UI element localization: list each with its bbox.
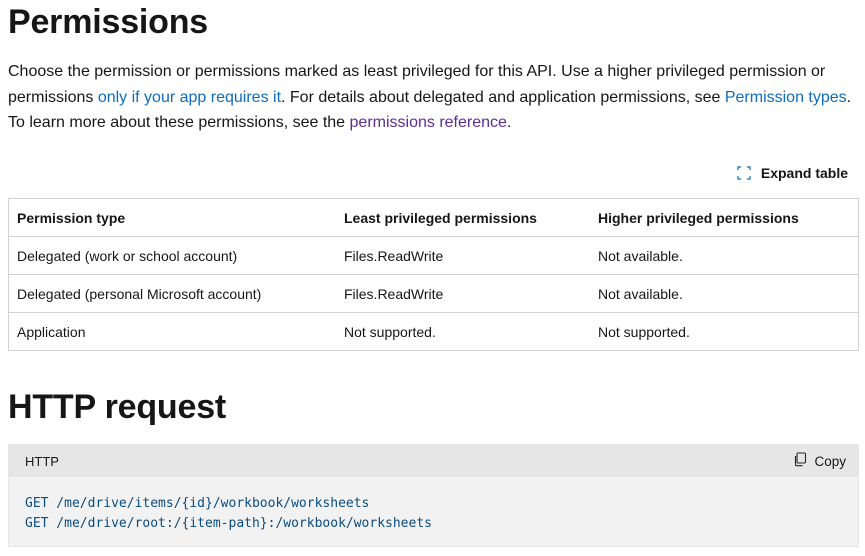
copy-button[interactable]: Copy bbox=[793, 452, 846, 470]
code-line: GET /me/drive/root:/{item-path}:/workboo… bbox=[25, 515, 432, 531]
app-requires-link[interactable]: only if your app requires it bbox=[98, 89, 281, 106]
table-cell: Not supported. bbox=[336, 312, 590, 351]
table-cell: Not available. bbox=[590, 274, 859, 313]
table-cell: Not available. bbox=[590, 236, 859, 275]
permissions-intro: Choose the permission or permissions mar… bbox=[8, 59, 853, 136]
table-cell: Not supported. bbox=[590, 312, 859, 351]
table-row: Application Not supported. Not supported… bbox=[8, 312, 859, 351]
expand-table-button[interactable]: Expand table bbox=[737, 165, 848, 181]
intro-text-2: . For details about delegated and applic… bbox=[281, 88, 725, 106]
copy-label: Copy bbox=[814, 453, 846, 469]
code-line: GET /me/drive/items/{id}/workbook/worksh… bbox=[25, 496, 370, 511]
column-header: Least privileged permissions bbox=[336, 198, 590, 237]
column-header: Higher privileged permissions bbox=[590, 198, 859, 237]
table-cell: Files.ReadWrite bbox=[336, 274, 590, 313]
code-language-label: HTTP bbox=[25, 453, 59, 469]
code-block-header: HTTP Copy bbox=[9, 445, 858, 477]
permission-types-link[interactable]: Permission types bbox=[725, 89, 847, 106]
expand-table-label: Expand table bbox=[760, 165, 848, 181]
permissions-table: Permission type Least privileged permiss… bbox=[8, 198, 859, 351]
docs-page: Permissions Choose the permission or per… bbox=[0, 0, 865, 556]
table-cell: Application bbox=[8, 312, 336, 351]
table-header-row: Permission type Least privileged permiss… bbox=[8, 198, 859, 237]
table-cell: Delegated (work or school account) bbox=[8, 236, 336, 275]
code-content[interactable]: GET /me/drive/items/{id}/workbook/worksh… bbox=[9, 477, 858, 533]
table-row: Delegated (personal Microsoft account) F… bbox=[8, 274, 859, 313]
code-block: HTTP Copy GET /me/drive/items/{id}/workb… bbox=[8, 444, 859, 547]
table-row: Delegated (work or school account) Files… bbox=[8, 236, 859, 275]
column-header: Permission type bbox=[8, 198, 336, 237]
table-cell: Delegated (personal Microsoft account) bbox=[8, 274, 336, 313]
permissions-reference-link[interactable]: permissions reference bbox=[350, 114, 507, 131]
http-request-heading: HTTP request bbox=[8, 388, 227, 426]
copy-icon bbox=[793, 452, 807, 470]
table-cell: Files.ReadWrite bbox=[336, 236, 590, 275]
permissions-heading: Permissions bbox=[8, 3, 209, 41]
expand-icon bbox=[737, 166, 751, 180]
intro-text-4: . bbox=[506, 114, 512, 131]
